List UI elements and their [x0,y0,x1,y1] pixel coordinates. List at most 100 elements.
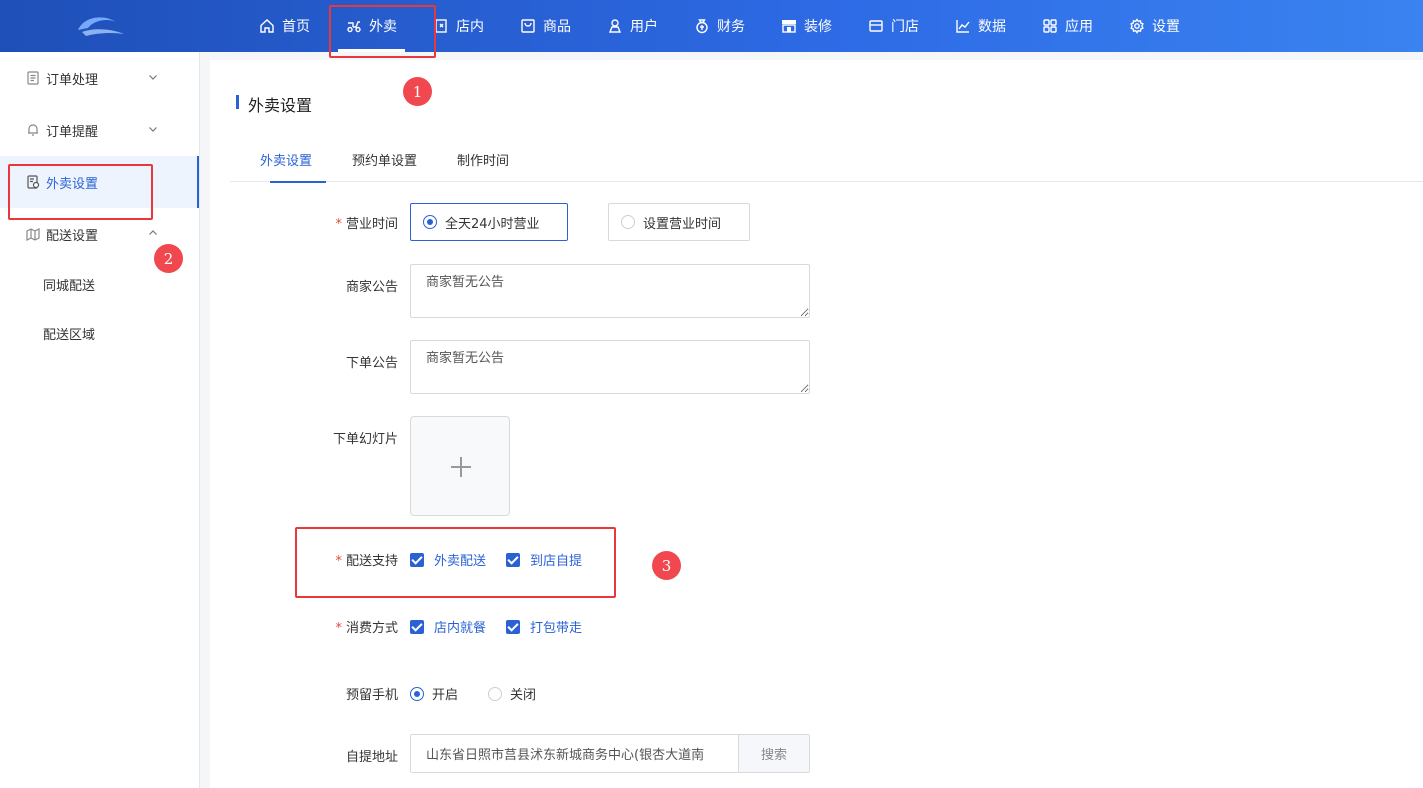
nav-settings[interactable]: 设置 [1115,0,1202,52]
consume-mode-label: * 消费方式 [335,621,398,636]
nav-apps[interactable]: 应用 [1028,0,1115,52]
store-door-icon [435,19,447,33]
radio-unselected-icon [621,215,635,229]
pickup-address-label: 自提地址 [345,750,398,765]
bell-icon [28,124,38,136]
pickup-address-field: 搜索 [410,734,810,773]
page-title: 外卖设置 [236,92,312,116]
main-content: 外卖设置 外卖设置 预约单设置 制作时间 * 营业时间 全天24小时营业 设置营业… [210,60,1423,788]
map-icon [26,228,40,241]
nav-label: 商品 [543,19,571,35]
nav-label: 门店 [891,19,919,35]
gear-icon [1130,18,1144,34]
nav-finance[interactable]: 财务 [680,0,767,52]
user-icon [608,19,622,33]
tab-bar: 外卖设置 预约单设置 制作时间 [230,148,1423,183]
nav-label: 外卖 [369,19,397,35]
sidebar-item-takeout-settings[interactable]: 外卖设置 [0,156,199,208]
reserve-phone-on-option[interactable]: 开启 [410,684,458,703]
top-navbar: 首页 外卖 店内 商品 用户 财务 装修 门店 数据 应用 设置 [0,0,1423,52]
slideshow-label: 下单幻灯片 [332,432,398,447]
store-icon [869,20,883,32]
delivery-checkbox[interactable]: 外卖配送 [410,550,486,569]
document-icon [27,71,39,85]
nav-label: 应用 [1065,19,1093,35]
reserve-phone-off-option[interactable]: 关闭 [488,684,536,703]
slideshow-upload-button[interactable] [410,416,510,516]
sidebar-item-label: 订单提醒 [46,124,99,140]
nav-takeout[interactable]: 外卖 [332,0,419,52]
sidebar-subitem-delivery-area[interactable]: 配送区域 [0,309,199,358]
takeaway-checkbox-label: 打包带走 [530,621,583,636]
nav-users[interactable]: 用户 [593,0,680,52]
dine-in-checkbox[interactable]: 店内就餐 [410,617,486,636]
tab-takeout-settings[interactable]: 外卖设置 [240,148,332,183]
settings-doc-icon [27,175,40,189]
order-notice-label: 下单公告 [345,356,398,371]
sidebar-item-order-reminder[interactable]: 订单提醒 [0,104,199,156]
reserve-phone-off-label: 关闭 [510,688,537,703]
shopping-bag-icon [521,19,535,33]
radio-selected-icon [410,686,424,701]
nav-home[interactable]: 首页 [245,0,332,52]
nav-decoration[interactable]: 装修 [767,0,854,52]
nav-stores[interactable]: 门店 [854,0,941,52]
all-day-option[interactable]: 全天24小时营业 [410,203,568,241]
nav-label: 设置 [1152,19,1180,35]
radio-unselected-icon [488,686,503,701]
checkbox-checked-icon [506,552,521,567]
home-icon [260,19,274,33]
nav-goods[interactable]: 商品 [506,0,593,52]
sidebar: 订单处理 订单提醒 外卖设置 配送设置 同城配送 配送区域 [0,52,200,788]
chevron-down-icon [149,127,157,132]
checkbox-checked-icon [410,552,424,567]
checkbox-checked-icon [506,619,521,634]
nav-label: 财务 [717,19,745,35]
tab-production-time[interactable]: 制作时间 [437,148,529,182]
pickup-address-input[interactable] [411,735,738,772]
delivery-support-label: * 配送支持 [335,554,398,569]
custom-hours-option[interactable]: 设置营业时间 [608,203,750,241]
dine-in-checkbox-label: 店内就餐 [434,621,487,636]
nav-data[interactable]: 数据 [941,0,1028,52]
sidebar-item-label: 订单处理 [46,72,99,88]
merchant-notice-label: 商家公告 [345,280,398,295]
nav-label: 首页 [282,19,310,35]
checkbox-checked-icon [410,619,424,634]
delivery-checkbox-label: 外卖配送 [434,554,487,569]
sidebar-item-label: 配送设置 [46,228,99,244]
annotation-badge-2: 2 [154,244,183,273]
pickup-checkbox[interactable]: 到店自提 [506,550,582,569]
delivery-support-group: 外卖配送 到店自提 [410,550,602,569]
annotation-badge-3: 3 [652,551,681,580]
nav-label: 数据 [978,19,1006,35]
chevron-down-icon [149,75,157,80]
chart-icon [956,20,970,33]
sidebar-item-label: 外卖设置 [46,176,99,192]
annotation-badge-1: 1 [403,77,432,106]
custom-hours-option-label: 设置营业时间 [643,216,722,232]
sidebar-item-order-processing[interactable]: 订单处理 [0,52,199,104]
order-notice-input[interactable]: 商家暂无公告 [410,340,810,394]
scooter-icon [347,21,361,33]
tab-reservation-settings[interactable]: 预约单设置 [332,148,437,182]
reserve-phone-label: 预留手机 [345,688,398,703]
chevron-up-icon [149,230,157,235]
business-hours-label: * 营业时间 [335,217,398,232]
all-day-option-label: 全天24小时营业 [445,216,540,232]
search-button[interactable]: 搜索 [738,735,809,772]
consume-mode-group: 店内就餐 打包带走 [410,617,602,636]
apps-grid-icon [1043,19,1057,33]
logo-icon [78,17,124,36]
money-bag-icon [696,19,708,34]
pickup-checkbox-label: 到店自提 [530,554,583,569]
main-nav: 首页 外卖 店内 商品 用户 财务 装修 门店 数据 应用 设置 [245,0,1202,52]
reserve-phone-group: 开启 关闭 [410,684,566,703]
nav-dine-in[interactable]: 店内 [419,0,506,52]
nav-label: 用户 [630,19,658,35]
takeaway-checkbox[interactable]: 打包带走 [506,617,582,636]
nav-label: 店内 [456,19,484,35]
reserve-phone-on-label: 开启 [432,688,459,703]
nav-label: 装修 [804,19,832,35]
merchant-notice-input[interactable]: 商家暂无公告 [410,264,810,318]
